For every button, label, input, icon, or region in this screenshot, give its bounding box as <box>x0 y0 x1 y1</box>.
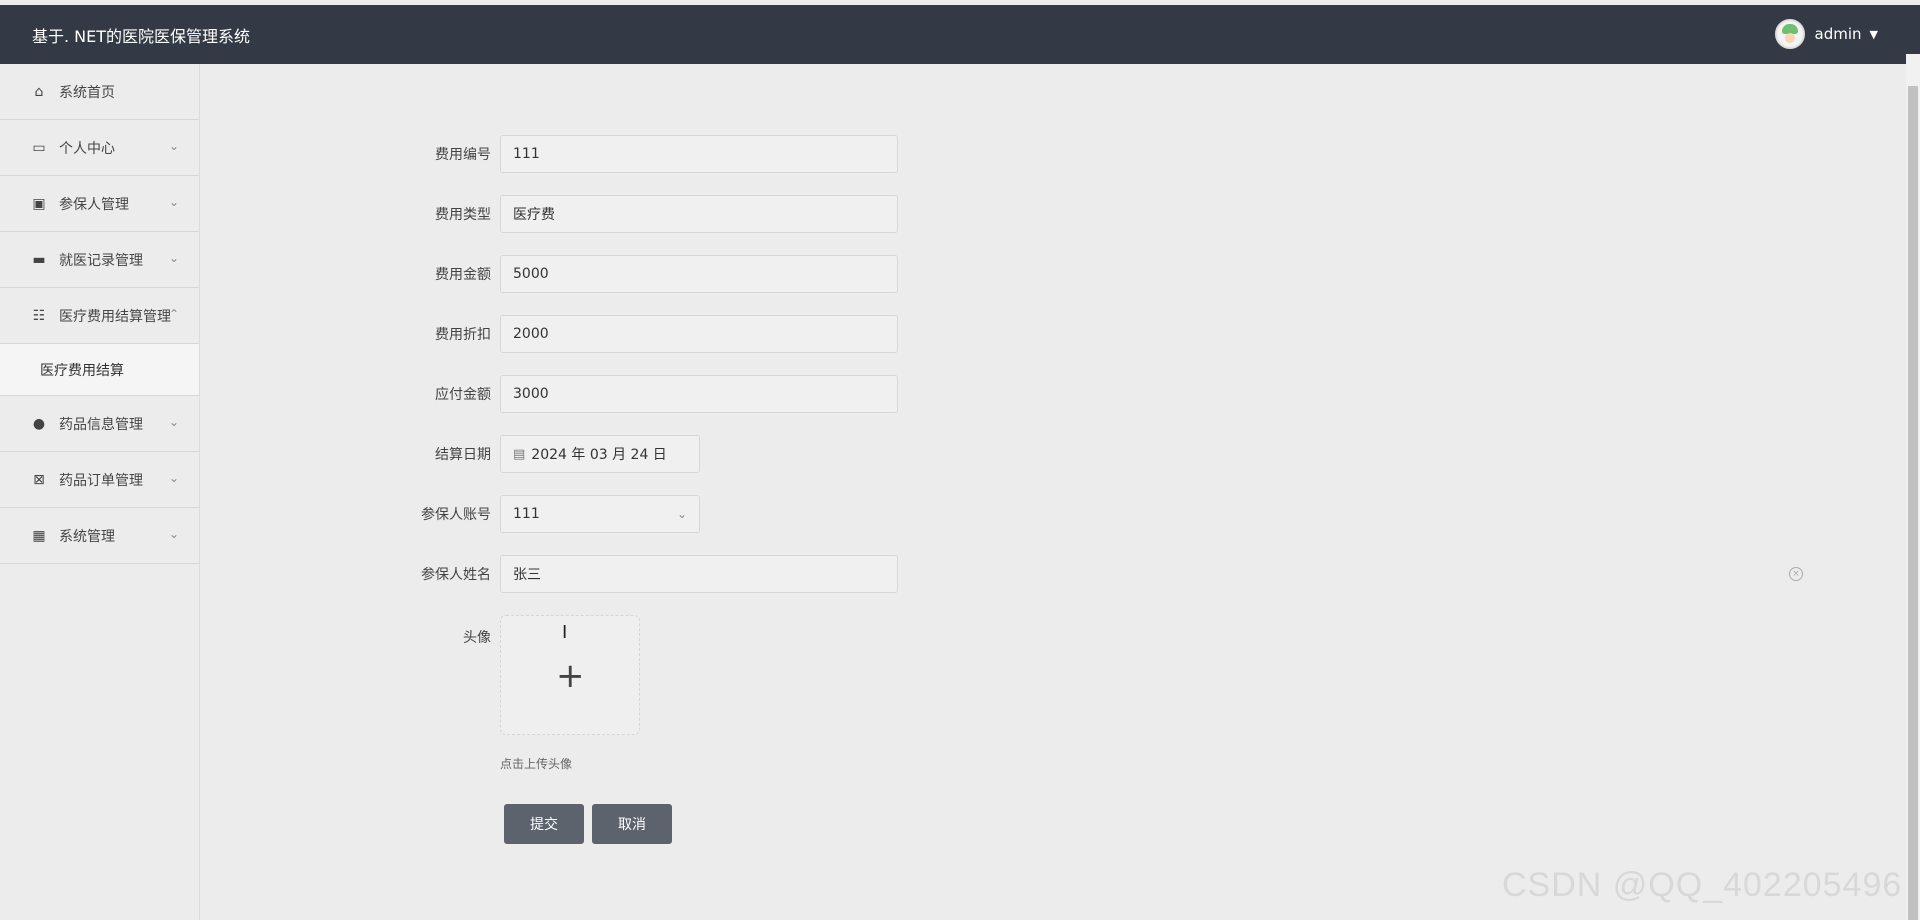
avatar-upload-hint: 点击上传头像 <box>500 757 573 771</box>
insured-name-input[interactable]: 张三 <box>500 555 898 593</box>
settlement-date-value[interactable]: 2024 年 03 月 24 日 <box>531 444 667 464</box>
sidebar-item-label: 药品信息管理 <box>59 416 143 433</box>
sliders-icon: ☷ <box>32 307 46 324</box>
fee-amount-row: 费用金额 5000 <box>400 255 898 293</box>
sidebar-item-label: 医疗费用结算管理 <box>59 308 171 325</box>
chevron-down-icon: ⌄ <box>168 195 179 209</box>
payable-amount-input[interactable]: 3000 <box>500 375 898 413</box>
sidebar-item-drug-orders[interactable]: ⊠ 药品订单管理 ⌄ <box>0 452 199 508</box>
chevron-down-icon: ⌄ <box>168 251 179 265</box>
page-scrollbar[interactable] <box>1906 54 1920 920</box>
username[interactable]: admin <box>1815 25 1862 43</box>
chevron-down-icon: ⌄ <box>168 139 179 153</box>
insured-name-label: 参保人姓名 <box>421 567 491 583</box>
fee-number-input[interactable]: 111 <box>500 135 898 173</box>
chevron-down-icon: ⌄ <box>168 527 179 541</box>
chevron-down-icon[interactable]: ⌄ <box>677 507 687 521</box>
sidebar-item-label: 参保人管理 <box>59 196 129 213</box>
clipboard-icon: ▣ <box>32 195 46 212</box>
monitor-icon: ▬ <box>32 251 46 268</box>
sidebar-item-medical-records[interactable]: ▬ 就医记录管理 ⌄ <box>0 232 199 288</box>
submit-button[interactable]: 提交 <box>504 804 584 844</box>
sidebar-item-system-management[interactable]: ▦ 系统管理 ⌄ <box>0 508 199 564</box>
scrollbar-thumb[interactable] <box>1908 86 1918 920</box>
card-icon: ▭ <box>32 139 46 156</box>
settlement-date-row: 结算日期 ▤ 2024 年 03 月 24 日 <box>400 435 700 473</box>
fee-type-label: 费用类型 <box>435 207 491 223</box>
app-title: 基于. NET的医院医保管理系统 <box>32 27 251 46</box>
sidebar-item-profile[interactable]: ▭ 个人中心 ⌄ <box>0 120 199 176</box>
sidebar-item-drug-info[interactable]: ● 药品信息管理 ⌄ <box>0 396 199 452</box>
user-menu[interactable]: admin ▼ <box>1774 17 1878 51</box>
sidebar-item-insured-management[interactable]: ▣ 参保人管理 ⌄ <box>0 176 199 232</box>
sidebar-item-label: 系统管理 <box>59 528 115 545</box>
fee-amount-input[interactable]: 5000 <box>500 255 898 293</box>
plus-icon[interactable]: + <box>556 659 585 693</box>
fee-discount-row: 费用折扣 2000 <box>400 315 898 353</box>
payable-amount-label: 应付金额 <box>435 387 491 403</box>
watermark: CSDN @QQ_402205496 <box>1502 866 1903 904</box>
person-icon: ● <box>32 415 46 432</box>
clipboard-x-icon: ⊠ <box>33 471 45 488</box>
avatar-upload-box[interactable]: I + <box>500 615 640 735</box>
home-icon: ⌂ <box>34 83 44 100</box>
insured-account-label: 参保人账号 <box>421 507 491 523</box>
close-circle-icon[interactable]: × <box>1789 567 1803 581</box>
fee-discount-label: 费用折扣 <box>435 327 491 343</box>
sidebar-item-fee-settlement-management[interactable]: ☷ 医疗费用结算管理 ⌃ <box>0 288 199 344</box>
sidebar-item-label: 药品订单管理 <box>59 472 143 489</box>
chevron-up-icon: ⌃ <box>168 307 179 321</box>
sidebar-item-home[interactable]: ⌂ 系统首页 <box>0 64 199 120</box>
fee-number-label: 费用编号 <box>435 147 491 163</box>
user-avatar[interactable] <box>1774 19 1805 49</box>
payable-amount-row: 应付金额 3000 <box>400 375 898 413</box>
insured-account-row: 参保人账号 111 ⌄ <box>400 495 700 533</box>
settlement-date-picker[interactable]: ▤ 2024 年 03 月 24 日 <box>500 435 700 473</box>
avatar-label: 头像 <box>463 630 491 646</box>
sidebar-item-label: 个人中心 <box>59 140 115 157</box>
sidebar-item-label: 系统首页 <box>59 84 115 101</box>
fee-type-row: 费用类型 医疗费 <box>400 195 898 233</box>
text-cursor-icon: I <box>562 622 568 643</box>
fee-amount-label: 费用金额 <box>435 267 491 283</box>
dropdown-caret-icon[interactable]: ▼ <box>1870 28 1878 41</box>
sidebar-subitem-fee-settlement[interactable]: 医疗费用结算 <box>0 344 199 396</box>
calendar-icon: ▤ <box>513 446 526 462</box>
cancel-button[interactable]: 取消 <box>592 804 672 844</box>
chevron-down-icon: ⌄ <box>168 471 179 485</box>
fee-discount-input[interactable]: 2000 <box>500 315 898 353</box>
sidebar: ⌂ 系统首页 ▭ 个人中心 ⌄ ▣ 参保人管理 ⌄ ▬ 就医记录管理 ⌄ ☷ 医… <box>0 64 200 920</box>
insured-account-select[interactable]: 111 ⌄ <box>500 495 700 533</box>
insured-name-row: 参保人姓名 张三 <box>400 555 898 593</box>
top-navbar: 基于. NET的医院医保管理系统 admin ▼ <box>0 0 1920 64</box>
avatar-row: 头像 I + <box>400 615 640 735</box>
settlement-date-label: 结算日期 <box>435 447 491 463</box>
chevron-down-icon: ⌄ <box>168 415 179 429</box>
fee-type-input[interactable]: 医疗费 <box>500 195 898 233</box>
insured-account-value[interactable]: 111 <box>513 506 540 522</box>
fee-number-row: 费用编号 111 <box>400 135 898 173</box>
grid-icon: ▦ <box>32 527 46 544</box>
sidebar-item-label: 就医记录管理 <box>59 252 143 269</box>
